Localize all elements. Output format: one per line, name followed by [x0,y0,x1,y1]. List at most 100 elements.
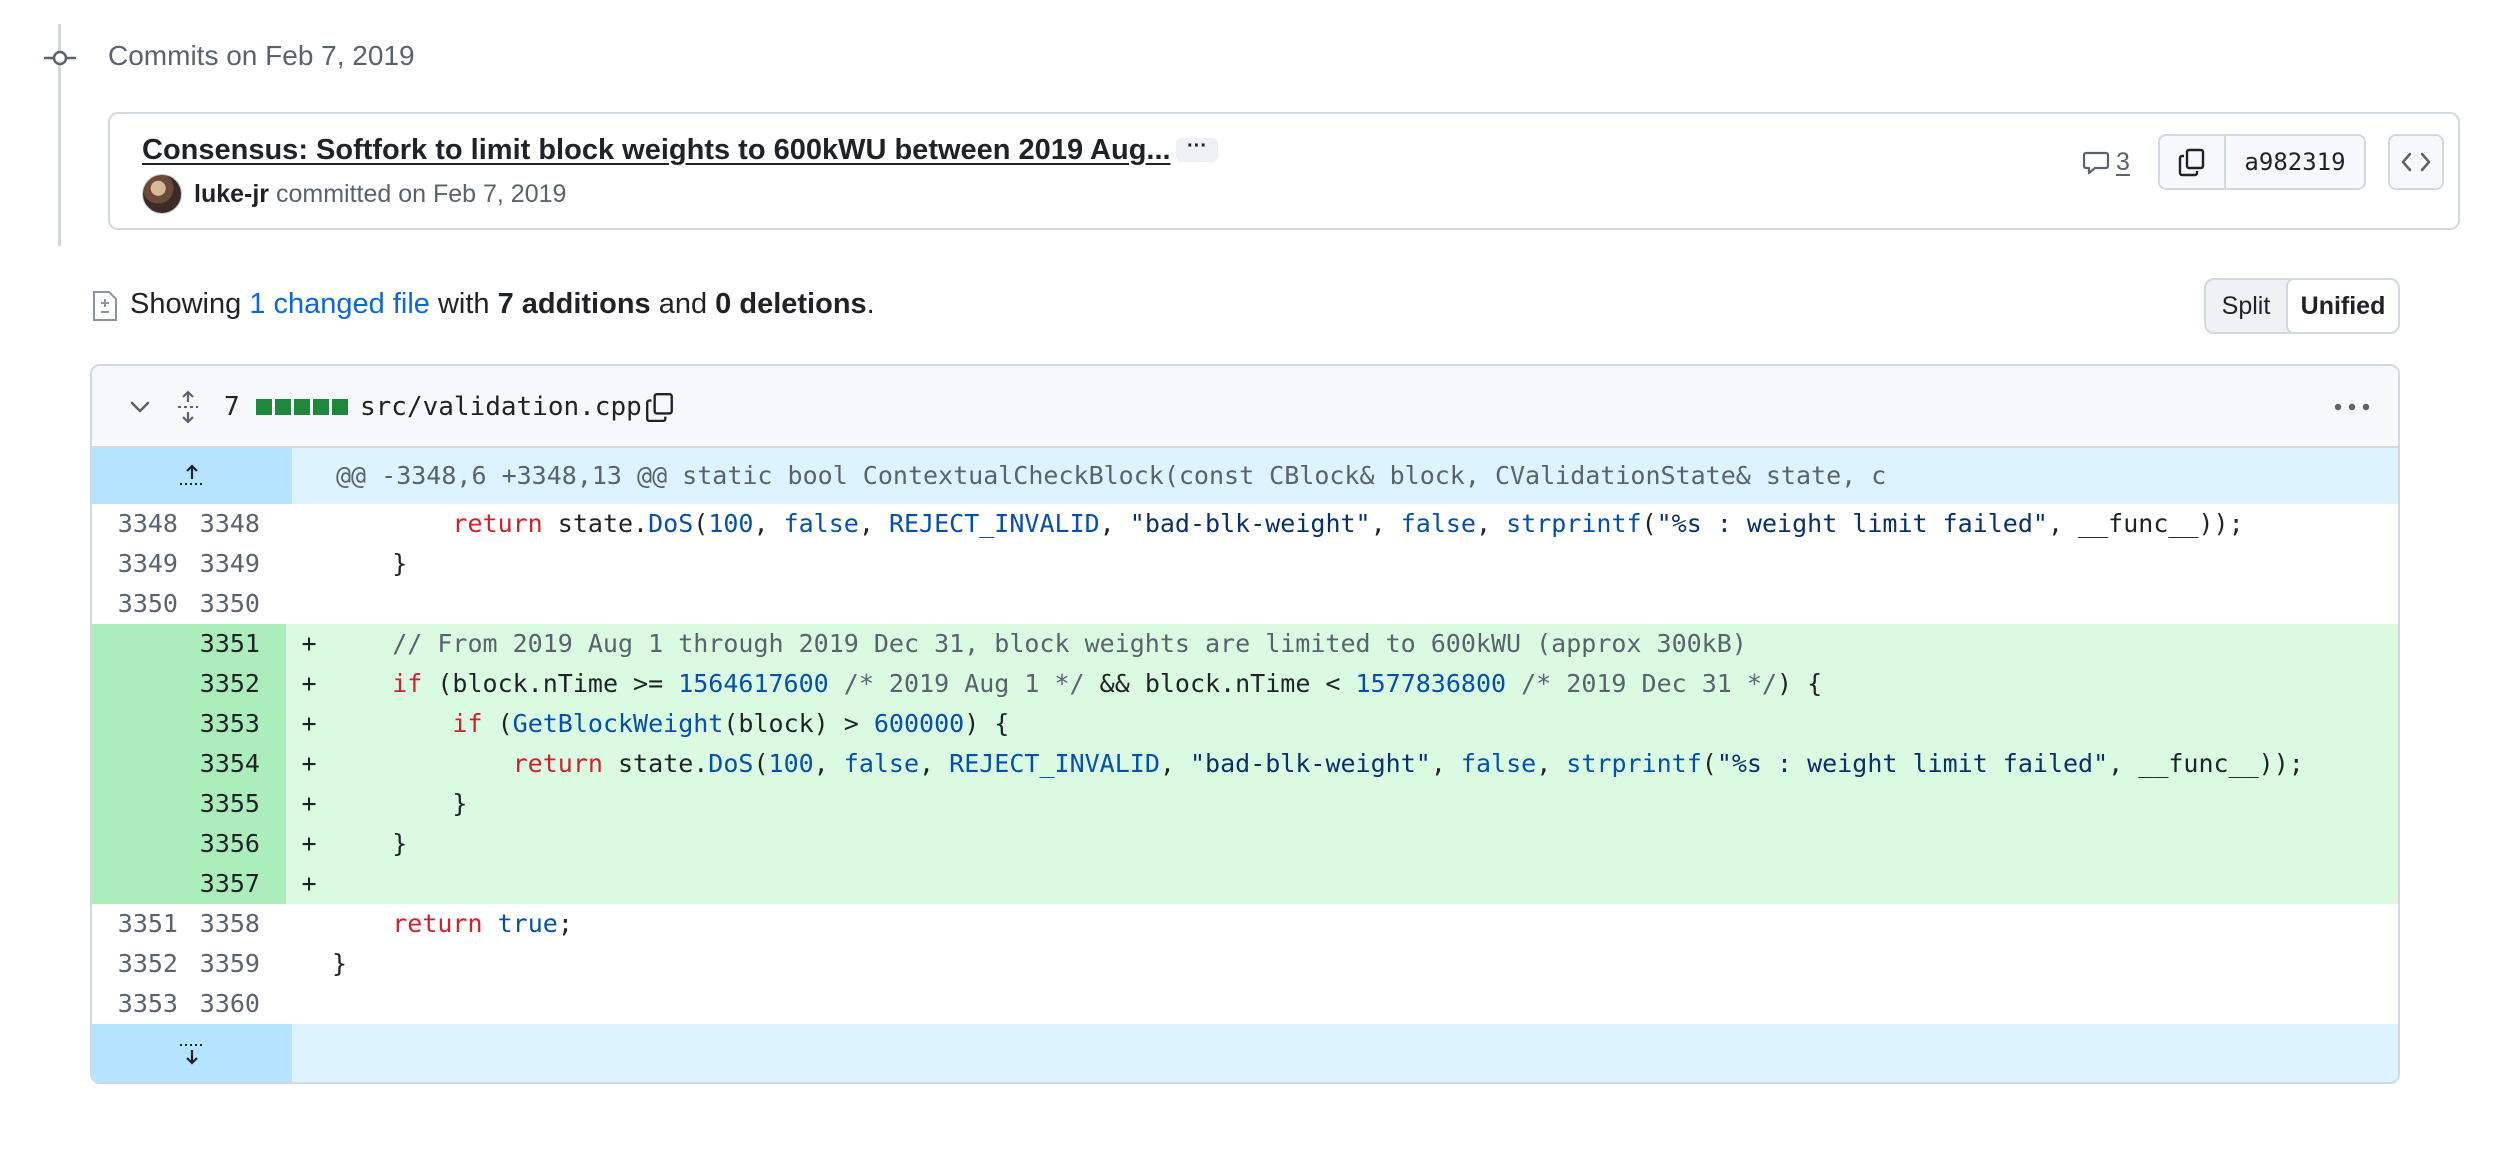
new-line-number[interactable]: 3349 [186,544,286,584]
copy-icon [646,393,673,423]
diff-sign [286,544,332,584]
split-view-button[interactable]: Split [2206,280,2286,332]
diff-sign: + [301,869,317,898]
old-line-number[interactable] [92,784,186,824]
file-change-count: 7 [224,392,240,422]
new-line-number[interactable]: 3353 [186,704,286,744]
summary-prefix: Showing [130,288,250,320]
code-line: // From 2019 Aug 1 through 2019 Dec 31, … [392,629,1747,658]
diff-sign: + [301,629,317,658]
old-line-number[interactable]: 3352 [92,944,186,984]
commits-date-heading: Commits on Feb 7, 2019 [108,40,415,71]
diff-line-context: 3348 3348 return state.DoS(100, false, RE… [92,504,2398,544]
sha-button-group: a982319 [2158,134,2366,190]
comments-link[interactable]: 3 [2082,142,2130,182]
new-line-number[interactable]: 3360 [186,984,286,1024]
diff-sign: + [301,749,317,778]
diff-sign [286,584,332,624]
expand-up-button[interactable] [92,448,292,504]
copy-sha-button[interactable] [2160,136,2226,188]
new-line-number[interactable]: 3357 [186,864,286,904]
diff-sign: + [301,669,317,698]
diff-line-context: 3349 3349 } [92,544,2398,584]
old-line-number[interactable]: 3353 [92,984,186,1024]
commit-sha-link[interactable]: a982319 [2226,136,2364,188]
diff-line-addition: 3357 + [92,864,2398,904]
summary-suffix: . [866,288,875,320]
expand-all-button[interactable] [176,366,200,448]
expand-down-button[interactable] [92,1024,292,1082]
code-line: if (GetBlockWeight(block) > 600000) { [452,709,1010,738]
collapse-file-button[interactable] [128,366,152,448]
diff-lines: 3348 3348 return state.DoS(100, false, RE… [92,504,2398,1024]
file-name-link[interactable]: src/validation.cpp [360,366,642,448]
new-line-number[interactable]: 3350 [186,584,286,624]
new-line-number[interactable]: 3355 [186,784,286,824]
new-line-number[interactable]: 3352 [186,664,286,704]
additions-count: 7 additions [497,288,651,320]
diff-line-context: 3353 3360 [92,984,2398,1024]
code-line: } [332,789,468,818]
copy-icon [2178,148,2205,177]
hunk-footer-text [292,1024,2398,1082]
diff-line-addition: 3354 + return state.DoS(100, false, REJEC… [92,744,2398,784]
new-line-number[interactable]: 3358 [186,904,286,944]
changed-files-link[interactable]: 1 changed file [249,288,430,320]
old-line-number[interactable] [92,624,186,664]
commit-title-link[interactable]: Consensus: Softfork to limit block weigh… [142,134,1171,167]
new-line-number[interactable]: 3356 [186,824,286,864]
file-options-button[interactable] [2332,366,2372,448]
file-diff-icon [93,291,117,321]
diff-line-addition: 3353 + if (GetBlockWeight(block) > 600000… [92,704,2398,744]
unfold-icon [178,390,198,424]
new-line-number[interactable]: 3359 [186,944,286,984]
fold-down-icon [180,1044,204,1065]
diff-sign: + [301,829,317,858]
deletions-count: 0 deletions [715,288,867,320]
commit-meta: luke-jr committed on Feb 7, 2019 [194,180,566,209]
hunk-header-text: @@ -3348,6 +3348,13 @@ static bool Conte… [336,461,1887,490]
code-line: return true; [392,909,573,938]
expand-message-button[interactable]: ··· [1176,136,1218,162]
browse-repository-button[interactable] [2388,134,2444,190]
copy-path-button[interactable] [644,366,676,448]
diff-summary: Showing 1 changed file with 7 additions … [130,288,875,321]
unified-view-button[interactable]: Unified [2286,280,2398,332]
commit-card: Consensus: Softfork to limit block weigh… [108,112,2460,230]
commit-node-icon [44,50,76,66]
commit-meta-text: committed on Feb 7, 2019 [269,180,567,208]
diff-line-addition: 3356 + } [92,824,2398,864]
diff-line-context: 3350 3350 [92,584,2398,624]
diff-line-context: 3351 3358 return true; [92,904,2398,944]
old-line-number[interactable]: 3350 [92,584,186,624]
diff-line-addition: 3355 + } [92,784,2398,824]
old-line-number[interactable] [92,664,186,704]
summary-and: and [650,288,716,320]
diff-rows: @@ -3348,6 +3348,13 @@ static bool Conte… [92,448,2398,1082]
old-line-number[interactable] [92,744,186,784]
file-diff: 7 src/validation.cpp @@ -3348,6 +3348,13… [90,364,2400,1084]
new-line-number[interactable]: 3348 [186,504,286,544]
kebab-horizontal-icon [2334,403,2370,411]
author-link[interactable]: luke-jr [194,180,269,208]
old-line-number[interactable]: 3348 [92,504,186,544]
chevron-down-icon [130,401,150,413]
new-line-number[interactable]: 3354 [186,744,286,784]
new-line-number[interactable]: 3351 [186,624,286,664]
code-line: if (block.nTime >= 1564617600 /* 2019 Au… [392,669,1823,698]
comment-icon [2082,151,2110,175]
old-line-number[interactable]: 3349 [92,544,186,584]
old-line-number[interactable]: 3351 [92,904,186,944]
fold-up-icon [180,464,204,485]
diff-line-context: 3352 3359 } [92,944,2398,984]
old-line-number[interactable] [92,704,186,744]
diff-sign: + [301,789,317,818]
code-line: } [332,949,348,978]
avatar[interactable] [142,174,182,214]
old-line-number[interactable] [92,864,186,904]
code-line: } [332,549,408,578]
old-line-number[interactable] [92,824,186,864]
